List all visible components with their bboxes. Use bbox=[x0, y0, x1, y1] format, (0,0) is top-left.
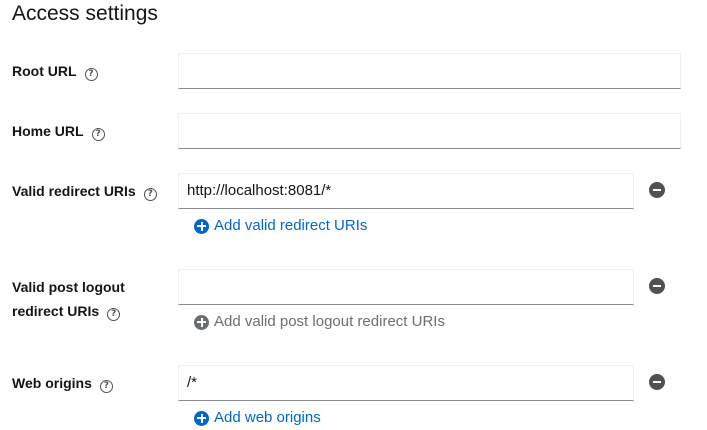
root-url-label-text: Root URL bbox=[12, 63, 77, 79]
add-web-origins-link[interactable]: Add web origins bbox=[194, 407, 321, 429]
home-url-label-text: Home URL bbox=[12, 123, 84, 139]
remove-redirect-uri-button[interactable] bbox=[649, 182, 665, 198]
root-url-label: Root URL? bbox=[12, 59, 98, 83]
add-valid-post-logout-label: Add valid post logout redirect URIs bbox=[214, 313, 445, 330]
valid-redirect-uris-label-text: Valid redirect URIs bbox=[12, 183, 136, 199]
valid-post-logout-label: Valid post logout bbox=[12, 275, 125, 299]
remove-web-origin-button[interactable] bbox=[649, 374, 665, 390]
help-icon[interactable]: ? bbox=[84, 68, 98, 81]
web-origins-input[interactable]: /* bbox=[178, 365, 634, 401]
valid-post-logout-input[interactable] bbox=[178, 269, 634, 305]
help-icon[interactable]: ? bbox=[99, 380, 113, 393]
add-valid-post-logout-link[interactable]: Add valid post logout redirect URIs bbox=[194, 311, 445, 333]
valid-post-logout-label-line2: redirect URIs bbox=[12, 303, 100, 319]
help-icon[interactable]: ? bbox=[107, 308, 121, 321]
help-icon[interactable]: ? bbox=[91, 128, 105, 141]
help-icon[interactable]: ? bbox=[143, 188, 157, 201]
root-url-input[interactable] bbox=[178, 53, 681, 89]
add-web-origins-label: Add web origins bbox=[214, 409, 321, 426]
web-origins-label: Web origins? bbox=[12, 371, 113, 395]
plus-circle-icon bbox=[194, 314, 209, 330]
section-title: Access settings bbox=[12, 2, 158, 25]
remove-post-logout-uri-button[interactable] bbox=[649, 278, 665, 294]
add-valid-redirect-uris-label: Add valid redirect URIs bbox=[214, 217, 368, 234]
web-origins-label-text: Web origins bbox=[12, 375, 92, 391]
plus-circle-icon bbox=[194, 218, 209, 234]
home-url-label: Home URL? bbox=[12, 119, 105, 143]
valid-redirect-uris-input[interactable]: http://localhost:8081/* bbox=[178, 173, 634, 209]
valid-redirect-uris-label: Valid redirect URIs? bbox=[12, 179, 157, 203]
home-url-input[interactable] bbox=[178, 113, 681, 149]
valid-post-logout-label-line1: Valid post logout bbox=[12, 279, 125, 295]
plus-circle-icon bbox=[194, 410, 209, 426]
add-valid-redirect-uris-link[interactable]: Add valid redirect URIs bbox=[194, 215, 367, 237]
valid-post-logout-label-2: redirect URIs? bbox=[12, 299, 121, 323]
